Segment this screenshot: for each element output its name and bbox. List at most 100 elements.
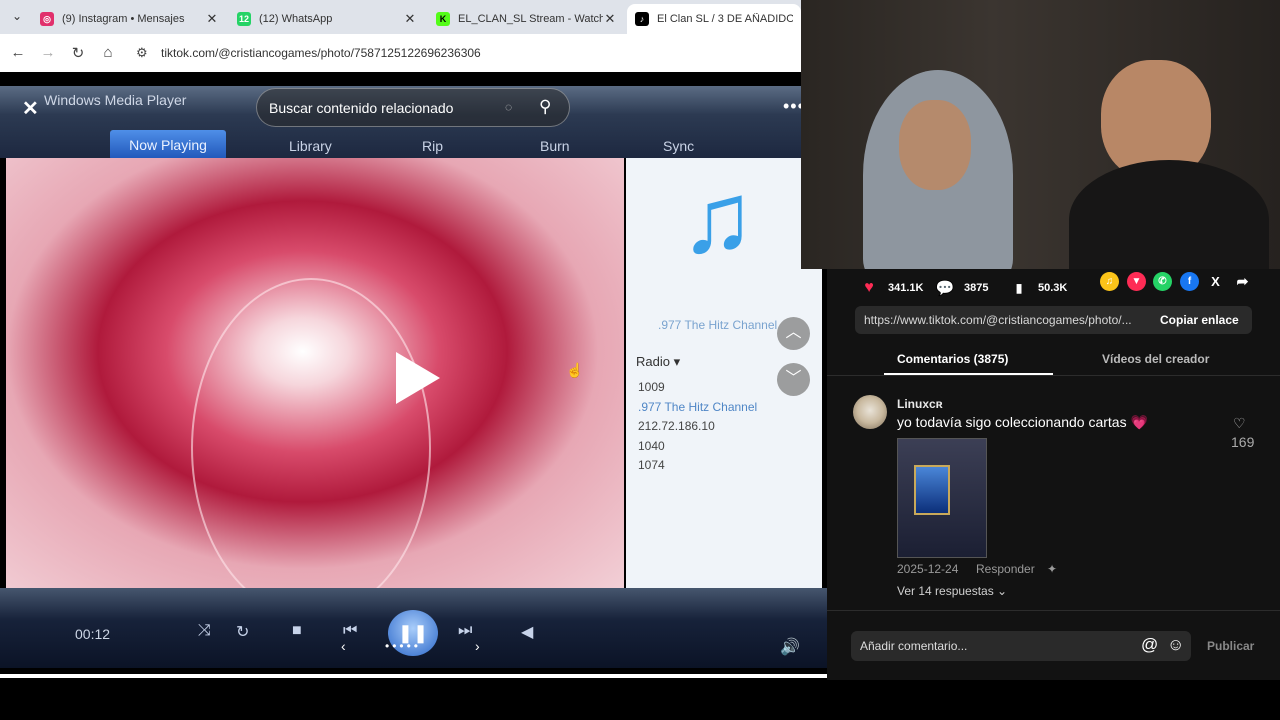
search-placeholder: Buscar contenido relacionado [269, 100, 454, 116]
wmp-tab-library: Library [289, 138, 332, 154]
share-link-box: https://www.tiktok.com/@cristiancogames/… [855, 306, 1252, 334]
url-field[interactable]: tiktok.com/@cristiancogames/photo/758712… [161, 46, 481, 60]
tiktok-icon: ♪ [635, 12, 649, 26]
screen: ⌄ ◎ (9) Instagram • Mensajes ✕ 12 (12) W… [0, 0, 1280, 720]
previous-video-button[interactable]: ︿ [777, 317, 810, 350]
comment-text: yo todavía sigo coleccionando cartas 💗 [897, 414, 1148, 430]
related-search-input[interactable]: Buscar contenido relacionado ◌ ⚲ [256, 88, 570, 127]
reload-icon[interactable]: ↻ [69, 44, 87, 62]
back-icon[interactable]: ← [9, 44, 27, 61]
search-icon[interactable]: ⚲ [539, 97, 551, 117]
photo-pager[interactable]: ‹ ••••• › [335, 638, 495, 658]
volume-icon[interactable]: 🔊 [780, 637, 800, 657]
comment-count: 3875 [964, 282, 989, 294]
tab-search-chevron-icon[interactable]: ⌄ [8, 9, 26, 25]
kick-icon: K [436, 12, 450, 26]
whatsapp-share-icon[interactable]: ✆ [1153, 272, 1172, 291]
send-share-icon[interactable]: ▼ [1127, 272, 1146, 291]
tab-kick-stream[interactable]: K EL_CLAN_SL Stream - Watch Liv ✕ [428, 4, 625, 34]
play-icon[interactable] [396, 352, 440, 404]
wmp-tab-sync: Sync [663, 138, 695, 154]
wmp-title: Windows Media Player [44, 92, 187, 108]
radio-list: 1009 .977 The Hitz Channel 212.72.186.10… [638, 378, 757, 476]
instagram-icon: ◎ [40, 12, 54, 26]
tab-title: (12) WhatsApp [259, 13, 333, 25]
wmp-time: 00:12 [75, 626, 111, 642]
reply-button[interactable]: Responder [976, 562, 1035, 576]
comments-panel: ♥ 341.1K 💬 3875 ▮ 50.3K ♫ ▼ ✆ f X ➦ http… [827, 269, 1280, 680]
close-tab-icon[interactable]: ✕ [603, 11, 617, 27]
close-video-icon[interactable]: ✕ [22, 96, 39, 121]
divider [827, 375, 1280, 376]
pager-dots: ••••• [385, 639, 422, 653]
next-video-button[interactable]: ﹀ [777, 363, 810, 396]
like-stat[interactable]: ♥ 341.1K [858, 277, 923, 299]
pager-next-icon[interactable]: › [475, 638, 480, 654]
heart-outline-icon[interactable]: ♡ [1233, 415, 1246, 432]
radio-item: 1074 [638, 458, 665, 472]
tab-whatsapp[interactable]: 12 (12) WhatsApp ✕ [229, 4, 425, 34]
comment-username[interactable]: Linuxᴄʀ [897, 397, 943, 411]
publish-button[interactable]: Publicar [1207, 639, 1254, 653]
shuffle-icon: ⤨ [198, 622, 211, 639]
comment-stat[interactable]: 💬 3875 [934, 277, 989, 299]
x-share-icon[interactable]: X [1206, 272, 1225, 291]
radio-item: .977 The Hitz Channel [638, 399, 758, 414]
divider [827, 610, 1280, 611]
repeat-icon: ↻ [236, 624, 250, 641]
tab-title: EL_CLAN_SL Stream - Watch Liv [458, 13, 603, 25]
add-comment-input[interactable]: Añadir comentario... @ ☺ [851, 631, 1191, 661]
radio-header: Radio ▾ [636, 354, 681, 369]
like-count: 341.1K [888, 282, 924, 294]
tab-creator-videos[interactable]: Vídeos del creador [1102, 352, 1209, 366]
stop-icon: ■ [292, 622, 302, 639]
hand-cursor-icon: ☝ [566, 362, 584, 378]
radio-item: 212.72.186.10 [638, 419, 715, 433]
visualizer-ring [191, 278, 431, 618]
forward-icon[interactable]: → [39, 44, 57, 61]
whatsapp-icon: 12 [237, 12, 251, 26]
creator-like-icon: ✦ [1047, 562, 1058, 576]
comment-placeholder: Añadir comentario... [860, 639, 968, 653]
bookmark-icon: ▮ [1015, 281, 1023, 295]
streamer-right [1069, 160, 1269, 269]
close-tab-icon[interactable]: ✕ [205, 11, 219, 27]
embed-share-icon[interactable]: ♫ [1100, 272, 1119, 291]
share-link-text[interactable]: https://www.tiktok.com/@cristiancogames/… [864, 313, 1146, 327]
emoji-icon[interactable]: ☺ [1167, 635, 1184, 655]
tab-instagram[interactable]: ◎ (9) Instagram • Mensajes ✕ [32, 4, 227, 34]
pager-prev-icon[interactable]: ‹ [341, 638, 346, 654]
site-info-icon[interactable]: ⚙ [136, 45, 148, 61]
save-count: 50.3K [1038, 282, 1068, 294]
wmp-tab-burn: Burn [540, 138, 570, 154]
home-icon[interactable]: ⌂ [99, 44, 117, 61]
station-caption: .977 The Hitz Channel [658, 318, 778, 332]
tab-title: El Clan SL / 3 DE AÑADIDO (@c [657, 13, 793, 25]
comment-image[interactable] [897, 438, 987, 558]
close-tab-icon[interactable]: ✕ [403, 11, 417, 27]
wmp-tab-now-playing: Now Playing [110, 130, 226, 160]
mute-icon: ◀ [521, 624, 534, 641]
loading-icon: ◌ [505, 100, 513, 114]
wmp-tab-rip: Rip [422, 138, 444, 154]
address-bar: ← → ↻ ⌂ ⚙ tiktok.com/@cristiancogames/ph… [0, 34, 801, 72]
visualizer-frame [6, 158, 624, 618]
forward-share-icon[interactable]: ➦ [1233, 272, 1252, 291]
facebook-share-icon[interactable]: f [1180, 272, 1199, 291]
save-stat[interactable]: ▮ 50.3K [1008, 277, 1068, 299]
webcam-overlay [801, 0, 1280, 269]
heart-icon: ♥ [864, 279, 874, 296]
music-note-icon: ♫ [680, 162, 755, 274]
trading-card [914, 465, 950, 515]
radio-item: 1009 [638, 380, 665, 394]
copy-link-button[interactable]: Copiar enlace [1160, 313, 1239, 327]
comment-date: 2025-12-24 [897, 562, 959, 576]
radio-item: 1040 [638, 438, 665, 453]
mention-icon[interactable]: @ [1141, 635, 1158, 655]
progress-bar[interactable] [0, 674, 827, 678]
tab-tiktok[interactable]: ♪ El Clan SL / 3 DE AÑADIDO (@c [627, 4, 801, 34]
streamer-left-face [899, 100, 971, 190]
tab-comments[interactable]: Comentarios (3875) [897, 352, 1008, 366]
avatar[interactable] [853, 395, 887, 429]
view-replies-button[interactable]: Ver 14 respuestas ⌄ [897, 584, 1007, 598]
